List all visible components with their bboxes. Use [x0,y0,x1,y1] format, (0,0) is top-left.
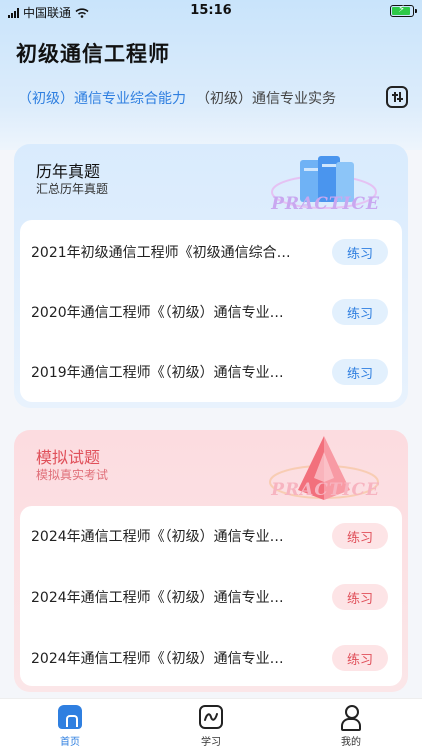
section-title: 历年真题 [36,162,101,181]
tabbar-profile[interactable]: 我的 [321,705,381,748]
tabbar-profile-label: 我的 [341,737,361,748]
section-subtitle: 模拟真实考试 [36,468,109,482]
exam-title: 2024年通信工程师《（初级）通信专业… [31,590,284,606]
mock-exams-list: 2024年通信工程师《（初级）通信专业… 练习 2024年通信工程师《（初级）通… [20,506,402,686]
section-title: 模拟试题 [36,448,101,467]
list-item[interactable]: 2024年通信工程师《（初级）通信专业… 练习 [20,506,402,566]
battery-icon: ⚡ [390,4,417,17]
section-subtitle: 汇总历年真题 [36,182,109,196]
list-item[interactable]: 2024年通信工程师《（初级）通信专业… 练习 [20,567,402,627]
page-title: 初级通信工程师 [16,42,170,66]
tabbar-study[interactable]: 学习 [181,705,241,748]
tabbar-study-label: 学习 [201,737,221,748]
past-exams-card: 历年真题 汇总历年真题 PRACTICE 2021年初级通信工程师《初级通信综合… [14,144,408,408]
exam-title: 2021年初级通信工程师《初级通信综合… [31,245,291,261]
tabbar-home[interactable]: 首页 [40,705,100,748]
exam-title: 2024年通信工程师《（初级）通信专业… [31,651,284,667]
status-time: 15:16 [190,3,232,18]
list-item[interactable]: 2020年通信工程师《（初级）通信专业… 练习 [20,282,402,342]
practice-button[interactable]: 练习 [332,359,388,385]
exam-title: 2020年通信工程师《（初级）通信专业… [31,305,284,321]
mock-exams-card: 模拟试题 模拟真实考试 PRACTICE 2024年通信工程师《（初级）通信专业… [14,430,408,692]
practice-button[interactable]: 练习 [332,645,388,671]
subject-tabs: （初级）通信专业综合能力 （初级）通信专业实务 [18,88,336,108]
practice-button[interactable]: 练习 [332,584,388,610]
home-icon [58,705,82,729]
tab-comprehensive[interactable]: （初级）通信专业综合能力 [18,88,186,108]
bottom-tab-bar: 首页 学习 我的 [0,698,422,750]
practice-button[interactable]: 练习 [332,523,388,549]
list-item[interactable]: 2021年初级通信工程师《初级通信综合… 练习 [20,222,402,282]
practice-button[interactable]: 练习 [332,299,388,325]
charging-icon: ⚡ [398,4,406,15]
practice-watermark: PRACTICE [271,194,380,214]
past-exams-list: 2021年初级通信工程师《初级通信综合… 练习 2020年通信工程师《（初级）通… [20,220,402,402]
tabbar-home-label: 首页 [60,737,80,748]
practice-watermark: PRACTICE [271,480,380,500]
profile-icon [339,705,363,731]
settings-icon[interactable] [386,86,408,108]
exam-title: 2024年通信工程师《（初级）通信专业… [31,529,284,545]
list-item[interactable]: 2019年通信工程师《（初级）通信专业… 练习 [20,342,402,402]
practice-button[interactable]: 练习 [332,239,388,265]
tab-practice[interactable]: （初级）通信专业实务 [196,88,336,108]
study-icon [199,705,223,729]
list-item[interactable]: 2024年通信工程师《（初级）通信专业… 练习 [20,628,402,688]
status-bar: 中国联通 15:16 ⚡ [0,0,422,24]
exam-title: 2019年通信工程师《（初级）通信专业… [31,365,284,381]
